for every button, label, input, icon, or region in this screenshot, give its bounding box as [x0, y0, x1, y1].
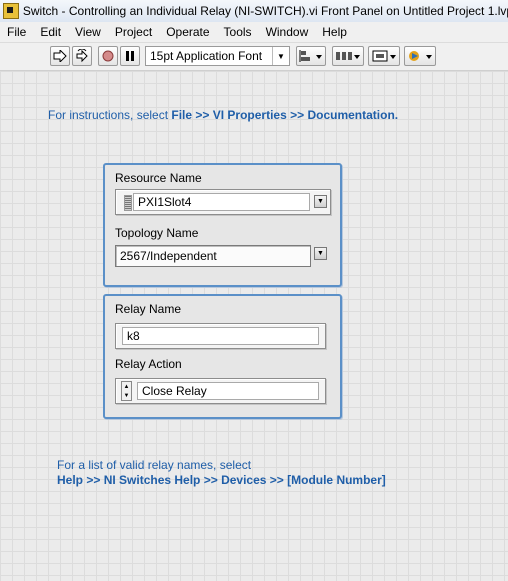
resource-name-control[interactable]: PXI1Slot4 ▼: [115, 189, 331, 215]
relay-list-help-path: Help >> NI Switches Help >> Devices >> […: [57, 473, 386, 487]
relay-name-control[interactable]: k8: [115, 323, 326, 349]
resize-objects-icon: [372, 50, 396, 62]
relay-name-field[interactable]: k8: [122, 327, 319, 345]
resource-name-label: Resource Name: [115, 171, 202, 185]
topology-name-field[interactable]: 2567/Independent: [115, 245, 311, 267]
menu-tools[interactable]: Tools: [217, 25, 259, 39]
run-button[interactable]: [50, 46, 70, 66]
relay-action-field[interactable]: Close Relay: [137, 382, 319, 400]
window-title: Switch - Controlling an Individual Relay…: [22, 4, 508, 18]
relay-name-value: k8: [127, 329, 140, 343]
menu-window[interactable]: Window: [259, 25, 316, 39]
menu-view[interactable]: View: [68, 25, 108, 39]
menu-edit[interactable]: Edit: [33, 25, 68, 39]
front-panel: For instructions, select File >> VI Prop…: [0, 71, 508, 581]
title-bar: Switch - Controlling an Individual Relay…: [0, 0, 508, 23]
pause-icon: [126, 51, 134, 61]
instructions-prefix: For instructions, select: [48, 108, 172, 122]
abort-button[interactable]: [98, 46, 118, 66]
distribute-objects-icon: [336, 52, 360, 60]
reorder-button[interactable]: [404, 46, 436, 66]
align-objects-icon: [299, 50, 322, 62]
relay-name-label: Relay Name: [115, 302, 182, 316]
run-arrow-icon: [53, 50, 67, 62]
relay-action-label: Relay Action: [115, 357, 182, 371]
chevron-down-icon: ▼: [317, 198, 324, 205]
distribute-objects-button[interactable]: [332, 46, 364, 66]
resource-cluster: Resource Name PXI1Slot4 ▼ Topology Name …: [103, 163, 342, 287]
reorder-icon: [409, 51, 432, 61]
font-selector[interactable]: 15pt Application Font ▼: [145, 46, 290, 66]
align-objects-button[interactable]: [296, 46, 326, 66]
menu-file[interactable]: File: [0, 25, 33, 39]
menu-project[interactable]: Project: [108, 25, 159, 39]
instructions-text: For instructions, select File >> VI Prop…: [48, 108, 398, 122]
io-resource-icon: [124, 195, 132, 211]
resource-name-value: PXI1Slot4: [138, 195, 192, 209]
spin-down-icon[interactable]: ▼: [124, 393, 130, 399]
relay-action-spinner[interactable]: ▲ ▼: [121, 381, 132, 401]
spin-up-icon[interactable]: ▲: [124, 384, 130, 390]
topology-dropdown-button[interactable]: ▼: [314, 247, 327, 260]
relay-action-control[interactable]: ▲ ▼ Close Relay: [115, 378, 326, 404]
abort-icon: [102, 50, 114, 62]
toolbar: 15pt Application Font ▼: [0, 43, 508, 71]
labview-vi-icon: [3, 3, 19, 19]
topology-name-label: Topology Name: [115, 226, 199, 240]
resource-name-field[interactable]: PXI1Slot4: [133, 193, 310, 211]
resource-dropdown-button[interactable]: ▼: [314, 195, 327, 208]
instructions-path: File >> VI Properties >> Documentation.: [171, 108, 399, 122]
font-selector-label: 15pt Application Font: [150, 49, 263, 63]
topology-name-value: 2567/Independent: [120, 249, 217, 263]
run-continuously-icon: [76, 49, 88, 63]
relay-action-value: Close Relay: [142, 384, 207, 398]
relay-list-hint: For a list of valid relay names, select: [57, 458, 252, 472]
run-continuously-button[interactable]: [72, 46, 92, 66]
menu-help[interactable]: Help: [315, 25, 354, 39]
resize-objects-button[interactable]: [368, 46, 400, 66]
menu-bar: File Edit View Project Operate Tools Win…: [0, 22, 508, 43]
chevron-down-icon: ▼: [272, 47, 289, 65]
chevron-down-icon: ▼: [317, 250, 324, 257]
pause-button[interactable]: [120, 46, 140, 66]
relay-cluster: Relay Name k8 Relay Action ▲ ▼ Close Rel…: [103, 294, 342, 419]
menu-operate[interactable]: Operate: [159, 25, 216, 39]
